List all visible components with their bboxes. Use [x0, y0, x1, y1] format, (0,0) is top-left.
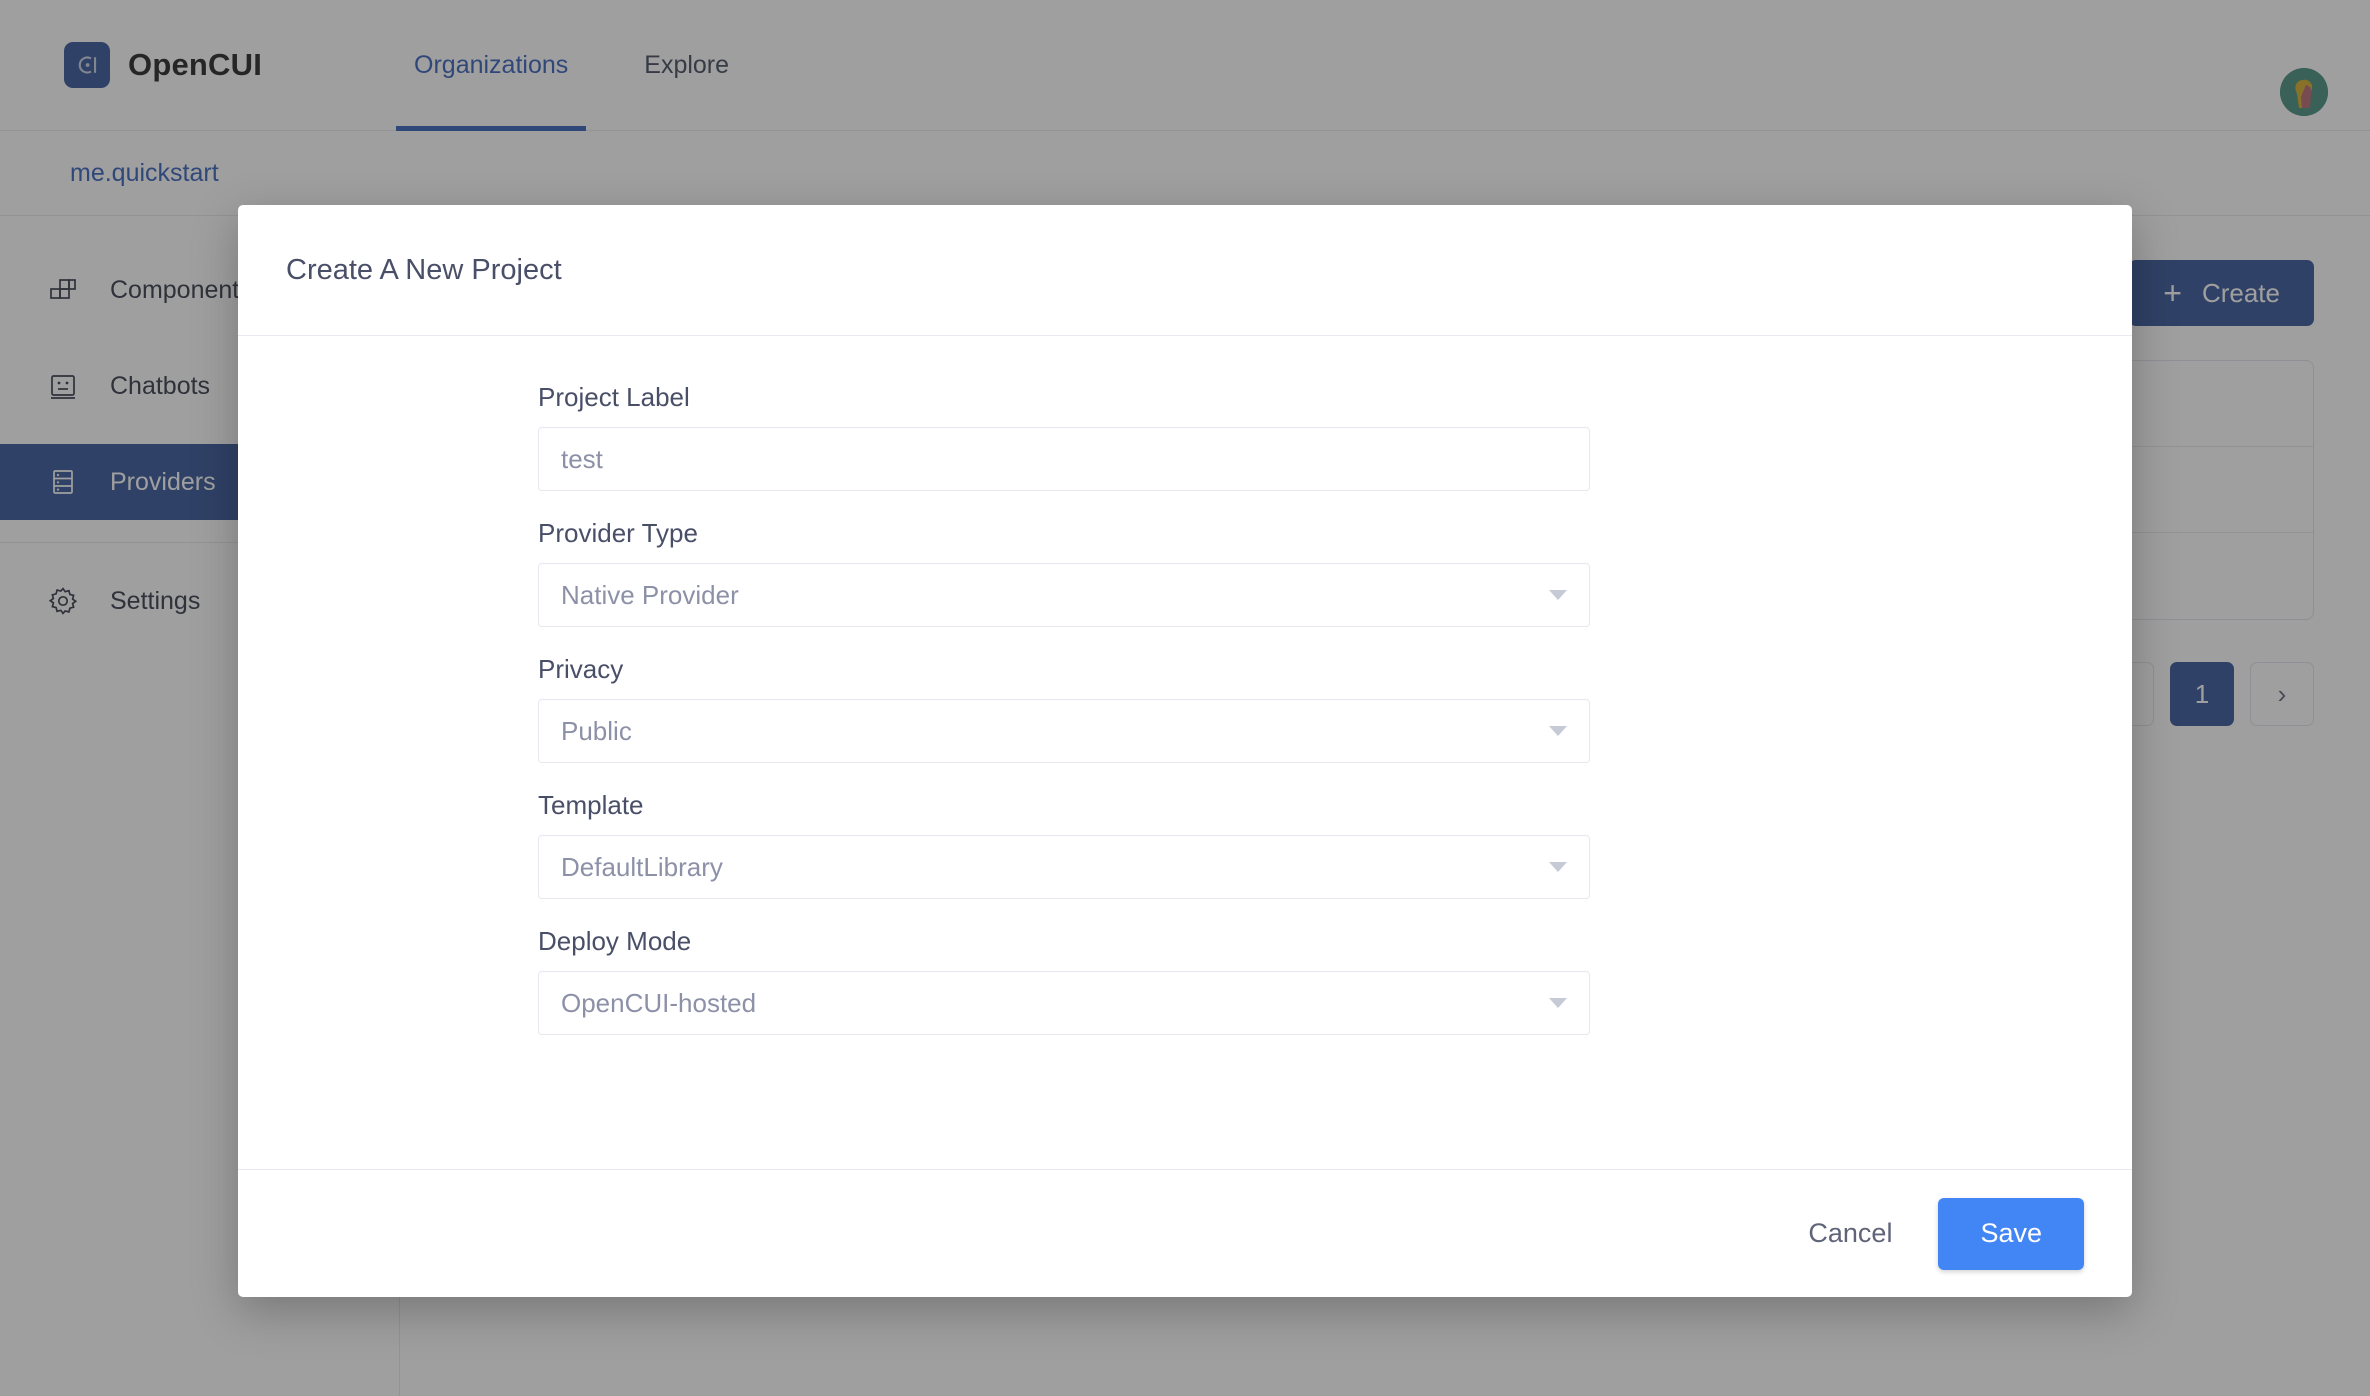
- dialog-footer: Cancel Save: [238, 1169, 2132, 1297]
- project-label-input[interactable]: [538, 427, 1590, 491]
- field-deploy-mode-label: Deploy Mode: [538, 926, 692, 956]
- dialog-title: Create A New Project: [286, 253, 562, 286]
- field-deploy-mode: Deploy Mode OpenCUI-hosted: [538, 926, 1590, 1035]
- save-button[interactable]: Save: [1938, 1197, 2084, 1270]
- field-provider-type: Provider Type Native Provider: [538, 518, 1590, 627]
- privacy-value: Public: [561, 715, 632, 746]
- privacy-select[interactable]: Public: [538, 699, 1590, 763]
- field-project-label-label: Project Label: [538, 382, 690, 412]
- app-root: OpenCUI Organizations Explore me.quickst…: [0, 0, 2370, 1396]
- field-provider-type-label: Provider Type: [538, 518, 698, 548]
- chevron-down-icon: [1549, 726, 1567, 736]
- field-privacy-label: Privacy: [538, 654, 624, 684]
- create-project-form: Project Label Provider Type Native Provi…: [538, 382, 1590, 1035]
- deploy-mode-select[interactable]: OpenCUI-hosted: [538, 971, 1590, 1035]
- provider-type-select[interactable]: Native Provider: [538, 563, 1590, 627]
- provider-type-value: Native Provider: [561, 579, 739, 610]
- create-project-dialog: Create A New Project Project Label Provi…: [238, 205, 2132, 1297]
- dialog-body: Project Label Provider Type Native Provi…: [238, 336, 2132, 1169]
- dialog-header: Create A New Project: [238, 205, 2132, 336]
- deploy-mode-value: OpenCUI-hosted: [561, 987, 757, 1018]
- chevron-down-icon: [1549, 998, 1567, 1008]
- field-privacy: Privacy Public: [538, 654, 1590, 763]
- template-value: DefaultLibrary: [561, 851, 723, 882]
- field-template-label: Template: [538, 790, 644, 820]
- cancel-button[interactable]: Cancel: [1784, 1202, 1916, 1265]
- field-template: Template DefaultLibrary: [538, 790, 1590, 899]
- chevron-down-icon: [1549, 590, 1567, 600]
- field-project-label: Project Label: [538, 382, 1590, 491]
- chevron-down-icon: [1549, 862, 1567, 872]
- template-select[interactable]: DefaultLibrary: [538, 835, 1590, 899]
